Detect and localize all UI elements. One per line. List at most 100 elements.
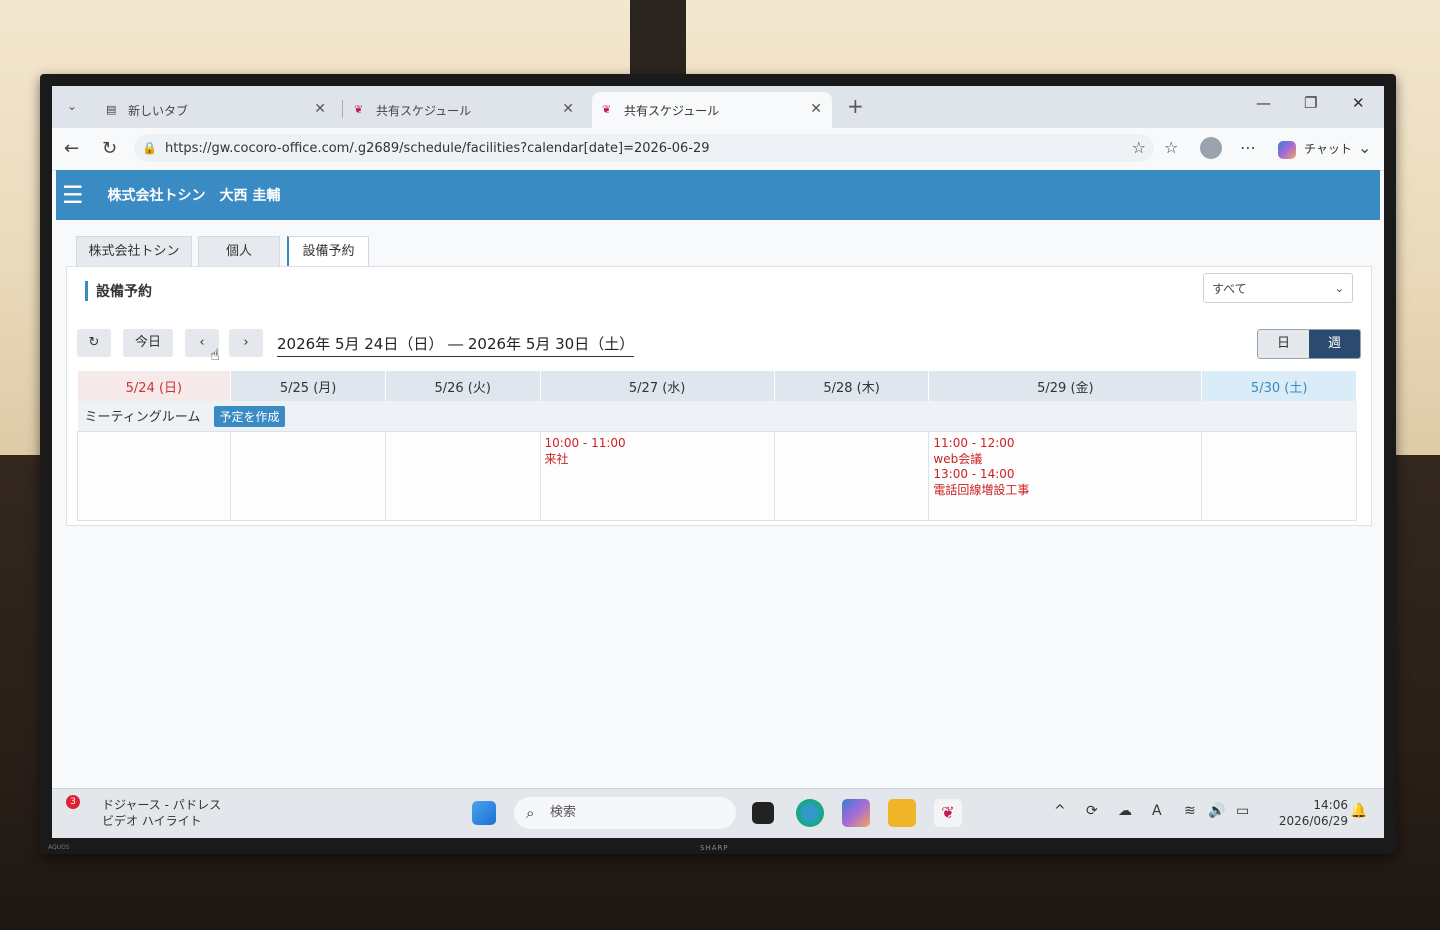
close-window-icon[interactable]: ✕: [1352, 94, 1365, 112]
schedule-favicon-icon: ❦: [354, 103, 364, 116]
view-toggle: 日 週: [1257, 329, 1361, 359]
reload-icon[interactable]: ↻: [102, 138, 117, 159]
news-widget[interactable]: 3 ドジャース - パドレス ビデオ ハイライト: [66, 795, 222, 829]
task-view-icon[interactable]: [752, 802, 774, 824]
clock-date: 2026/06/29: [1278, 814, 1348, 828]
event-title: 来社: [544, 452, 569, 466]
calendar-header-row: 5/24 (日) 5/25 (月) 5/26 (火) 5/27 (水) 5/28…: [77, 371, 1357, 401]
edge-browser-icon[interactable]: [796, 799, 824, 827]
date-range-label[interactable]: 2026年 5月 24日（日） ― 2026年 5月 30日（土）: [277, 333, 635, 357]
browser-toolbar: ← ↻ 🔒 https://gw.cocoro-office.com/.g268…: [52, 128, 1384, 171]
wifi-icon[interactable]: ≋: [1184, 803, 1196, 819]
profile-avatar-icon[interactable]: [1200, 137, 1222, 159]
more-options-icon[interactable]: ⋯: [1240, 138, 1256, 157]
tab-personal[interactable]: 個人: [198, 236, 280, 266]
tv-brand-label: SHARP: [700, 844, 729, 852]
schedule-row: 10:00 - 11:00 来社 11:00 - 12:00 web会議 13:…: [76, 431, 1357, 521]
hamburger-menu-icon[interactable]: ☰: [62, 183, 84, 207]
create-event-button[interactable]: 予定を作成: [214, 405, 285, 427]
filter-selected-value: すべて: [1212, 282, 1247, 296]
schedule-favicon-icon: ❦: [602, 103, 612, 116]
input-method-icon[interactable]: A: [1152, 803, 1162, 819]
site-info-icon[interactable]: 🔒: [142, 141, 157, 155]
day-view-button[interactable]: 日: [1258, 330, 1309, 358]
address-bar[interactable]: 🔒 https://gw.cocoro-office.com/.g2689/sc…: [134, 134, 1154, 162]
event-title: 電話回線増設工事: [933, 483, 1030, 497]
back-icon[interactable]: ←: [64, 138, 79, 159]
clock-time: 14:06: [1313, 798, 1348, 812]
close-tab-icon[interactable]: ✕: [314, 101, 326, 117]
room-row: ミーティングルーム 予定を作成: [77, 401, 1357, 432]
news-badge: 3: [66, 795, 80, 809]
search-placeholder: 検索: [550, 805, 577, 820]
user-name: 大西 圭輔: [219, 188, 281, 204]
news-line-2: ビデオ ハイライト: [102, 814, 202, 828]
notification-bell-icon[interactable]: 🔔: [1350, 803, 1367, 819]
event-item[interactable]: 10:00 - 11:00 来社: [545, 436, 770, 467]
hand-cursor-icon: ☝: [210, 345, 220, 364]
close-tab-icon[interactable]: ✕: [562, 101, 574, 117]
day-cell[interactable]: [773, 431, 930, 521]
day-header[interactable]: 5/24 (日): [77, 371, 232, 401]
screen: ⌄ ▤ 新しいタブ ✕ ❦ 共有スケジュール ✕ ❦ 共有スケジュール ✕ + …: [52, 86, 1384, 838]
restore-icon[interactable]: ❐: [1304, 94, 1317, 112]
tab-company[interactable]: 株式会社トシン: [76, 236, 192, 266]
company-name: 株式会社トシン: [107, 188, 206, 204]
tv-model-label: AQUOS: [48, 844, 70, 851]
tab-facility-booking[interactable]: 設備予約: [287, 236, 369, 266]
day-header[interactable]: 5/29 (金): [928, 371, 1203, 401]
browser-tab[interactable]: ▤ 新しいタブ ✕: [96, 92, 336, 128]
tab-list-dropdown-icon[interactable]: ⌄: [60, 94, 84, 118]
browser-tab-label: 共有スケジュール: [376, 103, 472, 118]
browser-tab-active[interactable]: ❦ 共有スケジュール ✕: [592, 92, 832, 128]
chevron-down-icon: ⌄: [1334, 282, 1344, 295]
clock[interactable]: 14:06 2026/06/29: [1279, 797, 1348, 829]
day-header[interactable]: 5/28 (木): [774, 371, 930, 401]
facility-panel: 設備予約 すべて ⌄ ↻ 今日 ‹ › 2026年 5月 24日（日） ― 20…: [66, 266, 1372, 526]
day-header[interactable]: 5/30 (土): [1201, 371, 1357, 401]
facility-filter-select[interactable]: すべて ⌄: [1203, 273, 1353, 303]
copilot-button[interactable]: チャット: [1278, 140, 1352, 159]
day-header[interactable]: 5/26 (火): [385, 371, 541, 401]
event-item[interactable]: 11:00 - 12:00 web会議: [933, 436, 1197, 467]
refresh-button[interactable]: ↻: [77, 329, 111, 357]
background-pillar: [630, 0, 686, 80]
today-button[interactable]: 今日: [123, 329, 173, 357]
day-cell[interactable]: 10:00 - 11:00 来社: [539, 431, 775, 521]
chevron-down-icon[interactable]: ⌄: [1358, 138, 1371, 157]
event-item[interactable]: 13:00 - 14:00 電話回線増設工事: [933, 467, 1197, 498]
sync-icon[interactable]: ⟳: [1086, 803, 1098, 819]
browser-tab-label: 共有スケジュール: [624, 103, 720, 118]
copilot-label: チャット: [1304, 142, 1352, 156]
battery-icon[interactable]: ▭: [1236, 803, 1249, 819]
room-cell: ミーティングルーム 予定を作成: [77, 401, 1357, 432]
schedule-app-icon[interactable]: ❦: [934, 799, 962, 827]
room-name: ミーティングルーム: [84, 409, 201, 425]
day-cell[interactable]: 11:00 - 12:00 web会議 13:00 - 14:00 電話回線増設…: [928, 431, 1203, 521]
news-line-1: ドジャース - パドレス: [102, 798, 222, 812]
next-week-button[interactable]: ›: [229, 329, 263, 357]
day-header[interactable]: 5/25 (月): [230, 371, 386, 401]
file-explorer-icon[interactable]: [888, 799, 916, 827]
day-cell[interactable]: [230, 431, 386, 521]
day-cell[interactable]: [384, 431, 541, 521]
favorite-star-icon[interactable]: ☆: [1132, 138, 1146, 157]
browser-tab[interactable]: ❦ 共有スケジュール ✕: [344, 92, 584, 128]
minimize-icon[interactable]: —: [1256, 94, 1271, 112]
cloud-icon[interactable]: ☁: [1118, 803, 1132, 819]
new-tab-button[interactable]: +: [847, 94, 864, 118]
close-tab-icon[interactable]: ✕: [810, 101, 822, 117]
taskbar-search[interactable]: ⌕ 検索: [514, 797, 736, 829]
day-header[interactable]: 5/27 (水): [540, 371, 775, 401]
day-cell[interactable]: [76, 431, 232, 521]
volume-icon[interactable]: 🔊: [1208, 803, 1225, 819]
browser-tab-label: 新しいタブ: [128, 103, 189, 118]
week-view-button[interactable]: 週: [1309, 330, 1360, 358]
day-cell[interactable]: [1201, 431, 1357, 521]
copilot-app-icon[interactable]: [842, 799, 870, 827]
taskbar: 3 ドジャース - パドレス ビデオ ハイライト ⌕ 検索 ❦ ^ ⟳ ☁ A …: [52, 788, 1384, 838]
event-time: 10:00 - 11:00: [544, 436, 626, 450]
start-button-icon[interactable]: [472, 801, 496, 825]
show-hidden-icons-icon[interactable]: ^: [1054, 803, 1066, 819]
favorites-icon[interactable]: ☆: [1164, 138, 1178, 157]
